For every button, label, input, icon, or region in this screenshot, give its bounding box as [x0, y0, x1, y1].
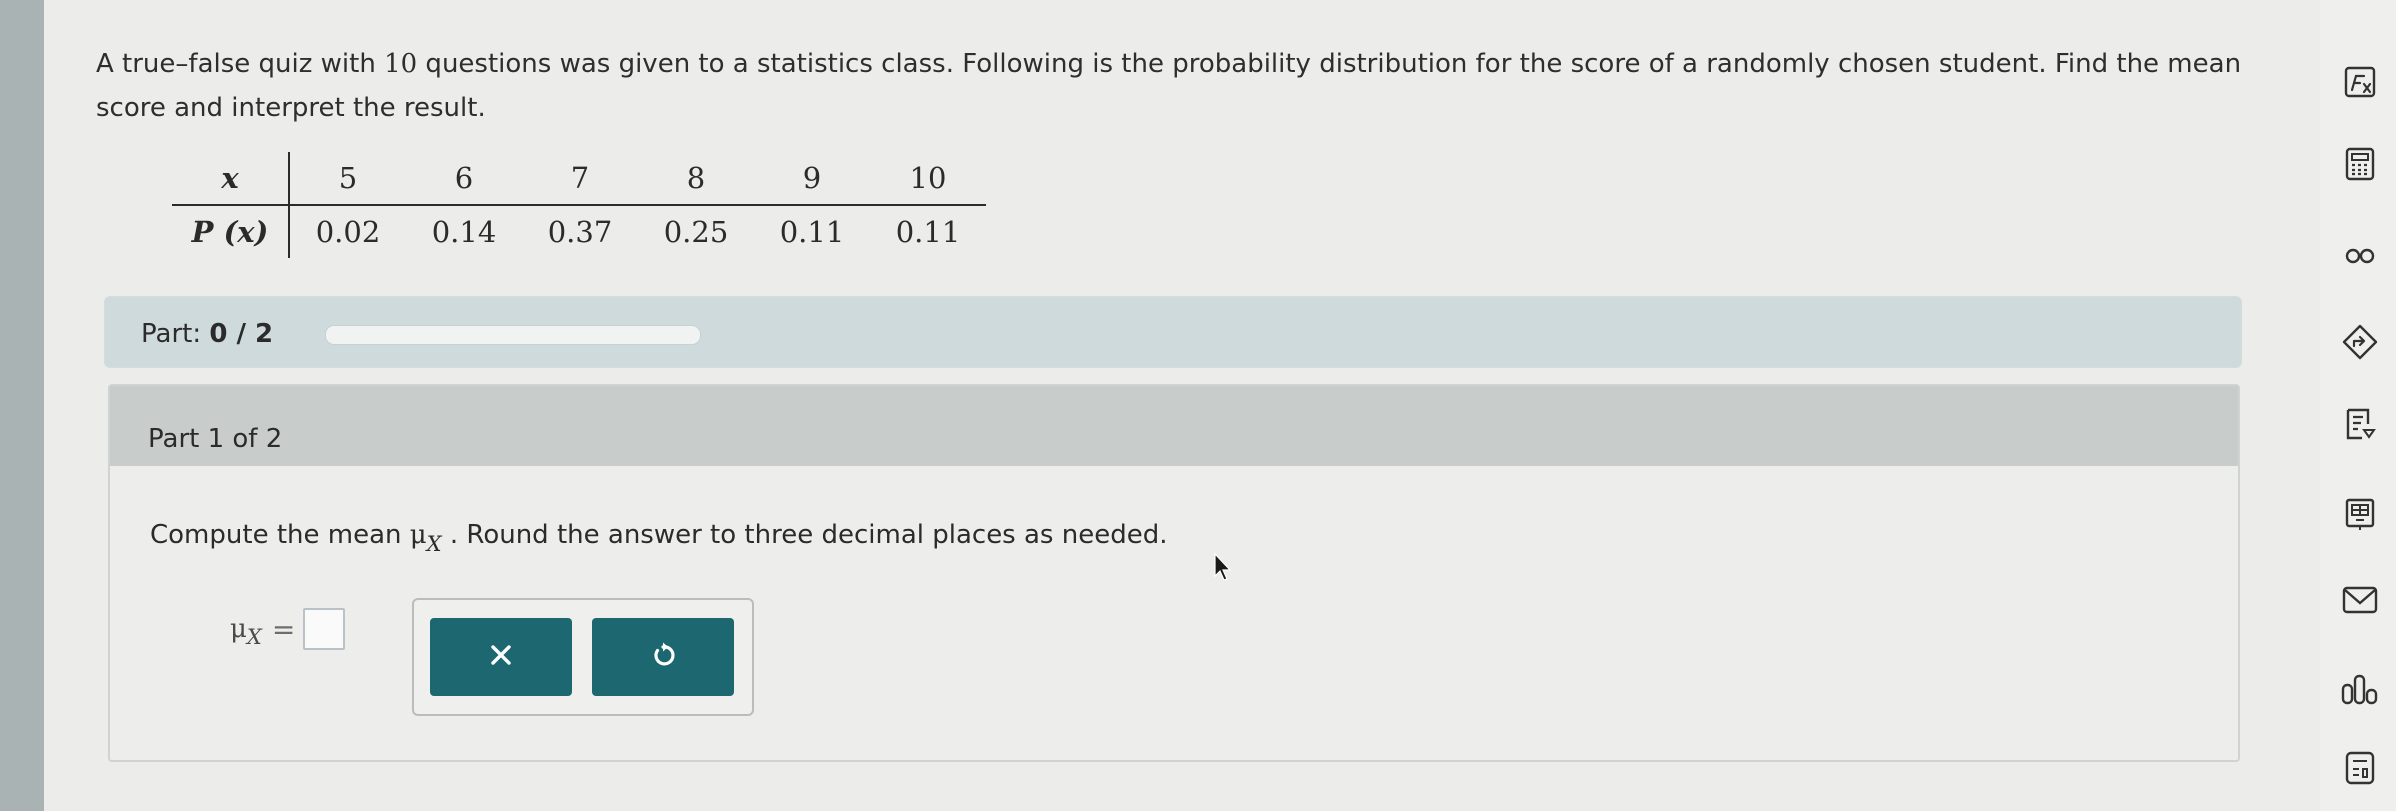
question-text-part2: questions was given to a statistics clas… [96, 49, 2242, 123]
x-value: 6 [406, 152, 522, 206]
part-progress-prefix: Part: [141, 319, 202, 349]
answer-button-group [412, 598, 754, 716]
left-edge [0, 0, 44, 811]
p-value: 0.11 [895, 215, 961, 249]
glossary-button[interactable] [2340, 236, 2380, 276]
x-value: 5 [289, 152, 406, 206]
right-toolbar [2320, 0, 2396, 811]
tools-icon [2343, 749, 2377, 787]
answer-mu-subscript: X [246, 625, 262, 649]
undo-icon [648, 640, 678, 674]
x-value: 9 [754, 152, 870, 206]
tools-button[interactable] [2340, 748, 2380, 788]
question-number: 10 [384, 49, 418, 79]
part-1-header [110, 386, 2238, 466]
calculator-icon [2343, 146, 2377, 182]
mouse-cursor [1213, 552, 1233, 586]
part-progress-label: Part: 0 / 2 [141, 319, 273, 349]
p-value: 0.14 [431, 215, 497, 249]
message-button[interactable] [2340, 580, 2380, 620]
question-text: A true–false quiz with 10 questions was … [96, 42, 2246, 130]
mu-subscript: X [426, 532, 442, 556]
p-value: 0.37 [547, 215, 613, 249]
calculator-button[interactable] [2340, 144, 2380, 184]
answer-mu-symbol: μ [230, 614, 247, 644]
equals-sign: = [271, 612, 296, 646]
answer-row: μX = [230, 608, 346, 650]
hint-arrow-icon [2341, 323, 2379, 361]
x-value: 10 [870, 152, 986, 206]
x-value: 7 [522, 152, 638, 206]
question-text-part1: A true–false quiz with [96, 49, 385, 79]
table-row-x: x 5 6 7 8 9 10 [172, 152, 986, 206]
mean-answer-input[interactable] [303, 608, 346, 650]
close-icon [487, 641, 515, 673]
p-value: 0.25 [663, 215, 729, 249]
mu-symbol: μ [409, 520, 427, 550]
part-progress-value: 0 / 2 [209, 319, 274, 349]
clear-button[interactable] [430, 618, 572, 696]
x-value: 8 [638, 152, 754, 206]
p-value: 0.11 [779, 215, 845, 249]
results-button[interactable] [2340, 670, 2380, 710]
data-table-icon [2342, 496, 2378, 532]
data-button[interactable] [2340, 494, 2380, 534]
progress-track [325, 325, 701, 345]
ebook-button[interactable] [2340, 404, 2380, 444]
part-progress-bar: Part: 0 / 2 [104, 296, 2242, 368]
part-1-prompt: Compute the mean μX . Round the answer t… [150, 520, 1168, 556]
part-1-card: Part 1 of 2 Compute the mean μX . Round … [108, 384, 2240, 762]
p-header: P (x) [172, 205, 290, 258]
formula-sheet-icon [2342, 64, 2378, 100]
ebook-icon [2342, 406, 2378, 442]
prompt-text-start: Compute the mean [150, 520, 410, 550]
infinity-icon [2342, 246, 2378, 266]
chart-icon [2340, 673, 2380, 707]
table-row-p: P (x) 0.02 0.14 0.37 0.25 0.11 0.11 [172, 205, 986, 258]
prompt-text-end: . Round the answer to three decimal plac… [441, 520, 1168, 550]
undo-button[interactable] [592, 618, 734, 696]
probability-distribution-table: x 5 6 7 8 9 10 P (x) 0.02 0.14 0.37 0.25… [172, 152, 986, 258]
part-1-title: Part 1 of 2 [148, 424, 283, 454]
formula-sheet-button[interactable] [2340, 62, 2380, 102]
p-value: 0.02 [315, 215, 381, 249]
x-header: x [172, 152, 290, 206]
hint-button[interactable] [2340, 322, 2380, 362]
mail-icon [2341, 585, 2379, 615]
